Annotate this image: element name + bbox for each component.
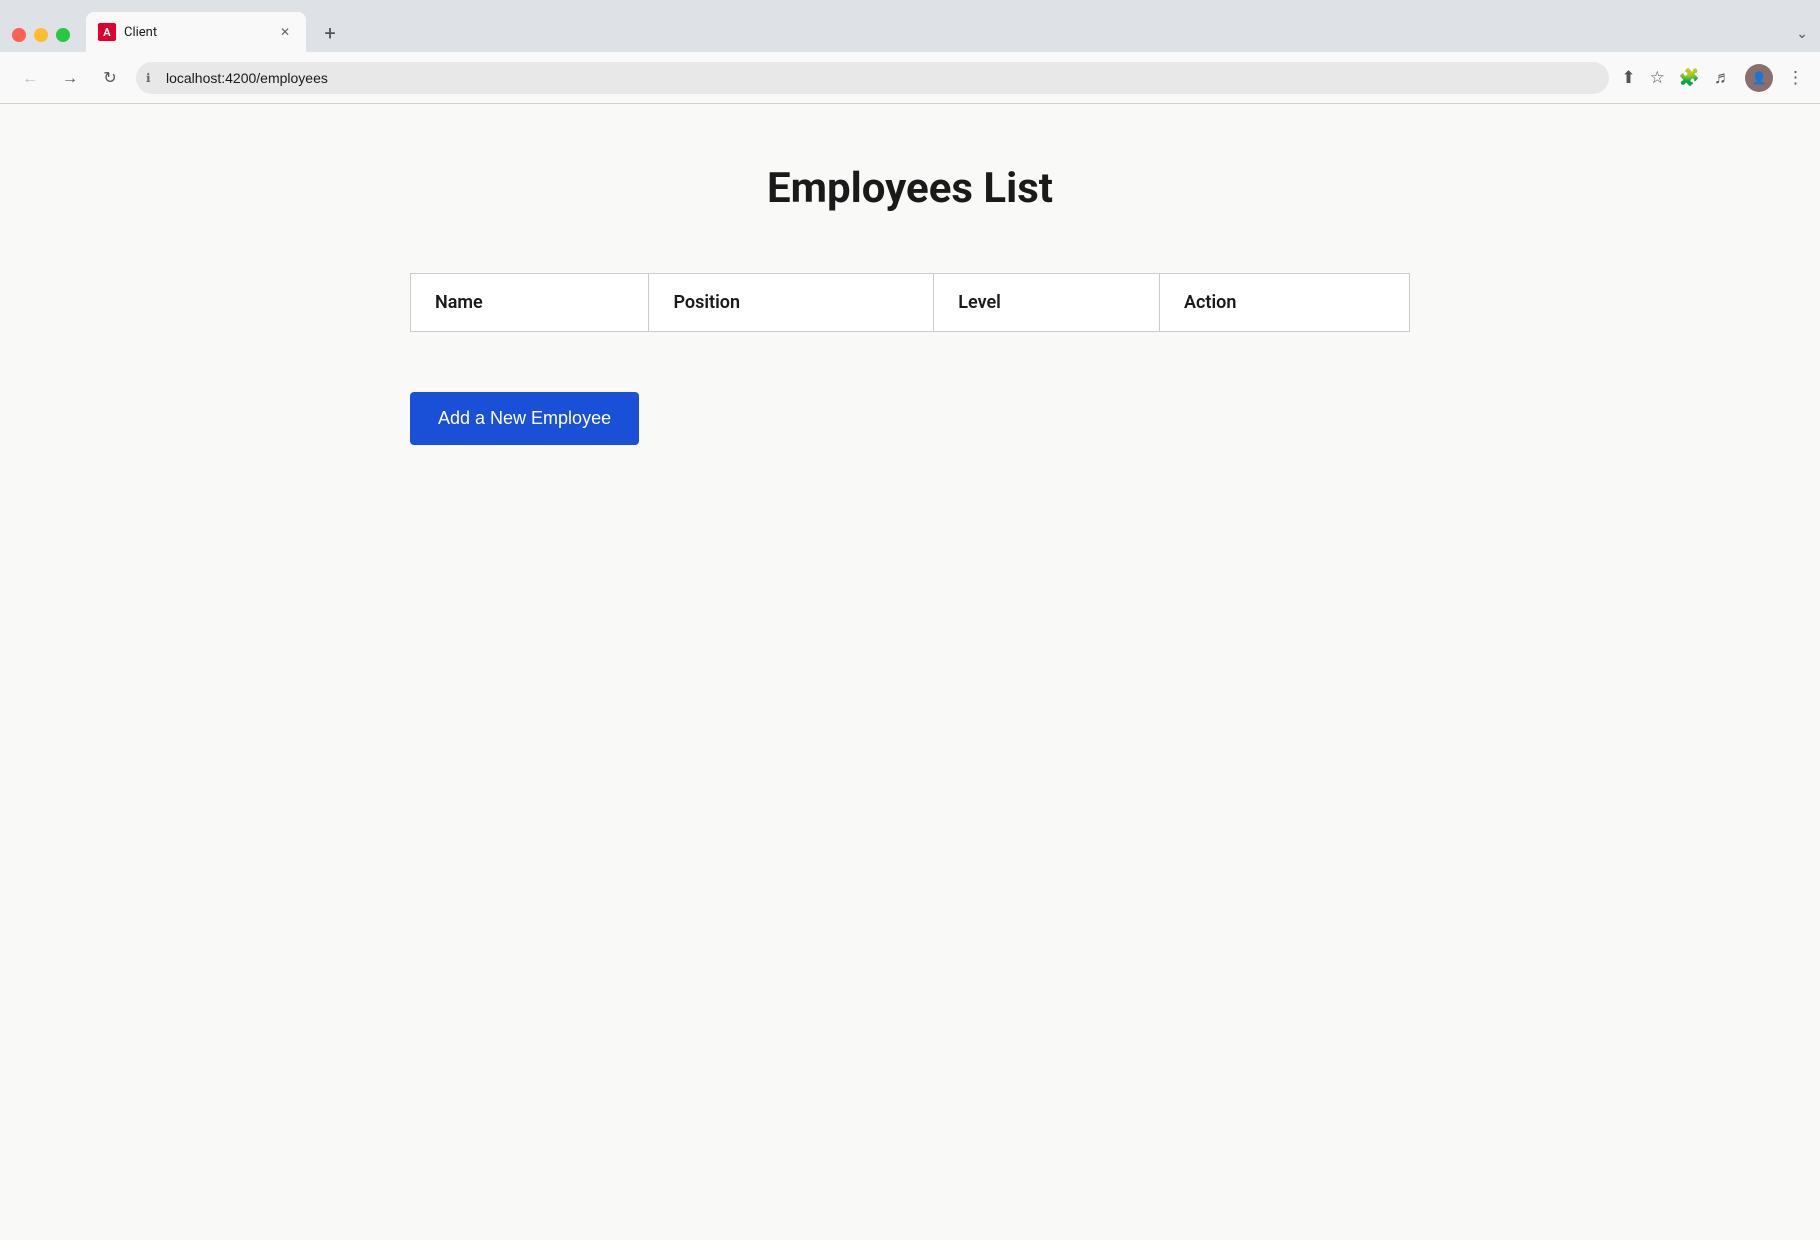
url-input[interactable]	[136, 62, 1609, 94]
column-header-level: Level	[934, 274, 1160, 332]
maximize-button[interactable]	[56, 28, 70, 42]
column-header-name: Name	[411, 274, 649, 332]
column-header-position: Position	[649, 274, 934, 332]
employees-table-wrapper: Name Position Level Action	[410, 273, 1410, 332]
browser-window: A Client ✕ + ⌄ ← → ↻ ℹ ⬆ ☆ 🧩 ♬ �	[0, 0, 1820, 1240]
table-header: Name Position Level Action	[411, 274, 1410, 332]
add-employee-button-wrapper: Add a New Employee	[410, 360, 1410, 445]
back-button[interactable]: ←	[16, 64, 44, 92]
refresh-button[interactable]: ↻	[96, 64, 124, 92]
refresh-icon: ↻	[103, 68, 116, 87]
new-tab-button[interactable]: +	[314, 20, 346, 52]
tab-close-button[interactable]: ✕	[276, 23, 294, 41]
table-header-row: Name Position Level Action	[411, 274, 1410, 332]
tab-label: Client	[124, 25, 268, 40]
forward-icon: →	[62, 68, 78, 88]
close-button[interactable]	[12, 28, 26, 42]
page-title: Employees List	[767, 164, 1053, 213]
share-icon[interactable]: ⬆	[1621, 68, 1635, 88]
address-bar-wrapper: ℹ	[136, 62, 1609, 94]
media-icon[interactable]: ♬	[1714, 68, 1731, 88]
user-avatar[interactable]: 👤	[1745, 64, 1773, 92]
back-icon: ←	[22, 68, 38, 88]
column-header-action: Action	[1160, 274, 1410, 332]
bookmark-icon[interactable]: ☆	[1650, 68, 1665, 88]
employees-table: Name Position Level Action	[410, 273, 1410, 332]
minimize-button[interactable]	[34, 28, 48, 42]
add-employee-button[interactable]: Add a New Employee	[410, 392, 639, 445]
info-icon: ℹ	[146, 71, 151, 85]
page-content: Employees List Name Position Level Actio…	[0, 104, 1820, 1240]
tab-favicon: A	[98, 23, 116, 41]
active-tab[interactable]: A Client ✕	[86, 12, 306, 52]
avatar-image: 👤	[1752, 71, 1767, 85]
tab-bar: A Client ✕ + ⌄	[0, 0, 1820, 52]
extensions-icon[interactable]: 🧩	[1679, 68, 1700, 88]
more-menu-icon[interactable]: ⋮	[1787, 68, 1804, 88]
traffic-lights	[12, 28, 70, 52]
forward-button[interactable]: →	[56, 64, 84, 92]
toolbar-icons: ⬆ ☆ 🧩 ♬ 👤 ⋮	[1621, 64, 1804, 92]
address-bar: ← → ↻ ℹ ⬆ ☆ 🧩 ♬ 👤 ⋮	[0, 52, 1820, 104]
tab-list-chevron[interactable]: ⌄	[1796, 26, 1808, 52]
